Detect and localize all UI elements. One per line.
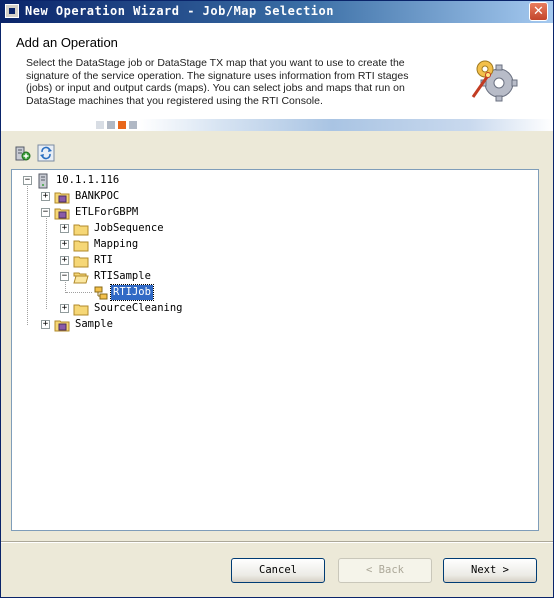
wizard-window: New Operation Wizard - Job/Map Selection…	[0, 0, 554, 598]
project-icon	[54, 192, 70, 204]
footer-divider	[1, 541, 553, 543]
next-button[interactable]: Next >	[443, 558, 537, 583]
open-folder-icon	[73, 272, 89, 284]
collapse-toggle[interactable]: −	[23, 176, 32, 185]
tree-node-project[interactable]: − ETLForGBPM	[12, 205, 532, 221]
tree-node-label[interactable]: ETLForGBPM	[73, 205, 140, 220]
expand-toggle[interactable]: +	[60, 240, 69, 249]
folder-icon	[73, 256, 89, 268]
tree-node-label[interactable]: Sample	[73, 317, 115, 332]
tree-node-project[interactable]: + Sample	[12, 317, 532, 333]
page-description: Select the DataStage job or DataStage TX…	[26, 57, 409, 107]
expand-toggle[interactable]: +	[60, 224, 69, 233]
tree-node-label[interactable]: RTIJob	[110, 284, 154, 301]
band-square	[96, 121, 104, 129]
back-button[interactable]: < Back	[338, 558, 432, 583]
band-square	[129, 121, 137, 129]
tree-node-label[interactable]: Mapping	[92, 237, 140, 252]
tree-node-root[interactable]: − 10.1.1.116	[12, 173, 532, 189]
header-band	[1, 119, 553, 131]
tree-node-folder[interactable]: + JobSequence	[12, 221, 532, 237]
tree-node-label[interactable]: RTISample	[92, 269, 153, 284]
collapse-toggle[interactable]: −	[60, 272, 69, 281]
tree-node-folder[interactable]: + Mapping	[12, 237, 532, 253]
collapse-toggle[interactable]: −	[41, 208, 50, 217]
expand-toggle[interactable]: +	[60, 256, 69, 265]
project-icon	[54, 208, 70, 220]
job-icon	[94, 286, 108, 300]
band-square	[107, 121, 115, 129]
expand-toggle[interactable]: +	[41, 192, 50, 201]
title-bar[interactable]: New Operation Wizard - Job/Map Selection…	[1, 1, 553, 23]
tree-node-label[interactable]: RTI	[92, 253, 115, 268]
expand-toggle[interactable]: +	[41, 320, 50, 329]
folder-icon	[73, 304, 89, 316]
tree-node-job[interactable]: RTIJob	[12, 284, 532, 301]
refresh-icon[interactable]	[37, 144, 55, 162]
tree-node-project[interactable]: + BANKPOC	[12, 189, 532, 205]
project-icon	[54, 320, 70, 332]
expand-toggle[interactable]: +	[60, 304, 69, 313]
band-square	[118, 121, 126, 129]
window-title: New Operation Wizard - Job/Map Selection	[25, 4, 334, 18]
tree-node-label[interactable]: 10.1.1.116	[54, 173, 121, 188]
tree-node-folder[interactable]: + SourceCleaning	[12, 301, 532, 317]
close-button[interactable]: ✕	[529, 2, 548, 21]
folder-icon	[73, 240, 89, 252]
tree-node-folder[interactable]: − RTISample	[12, 269, 532, 285]
cancel-button[interactable]: Cancel	[231, 558, 325, 583]
tree-node-folder[interactable]: + RTI	[12, 253, 532, 269]
add-server-icon[interactable]	[13, 144, 31, 162]
wizard-header: Add an Operation Select the DataStage jo…	[1, 23, 553, 131]
tree-node-label[interactable]: JobSequence	[92, 221, 166, 236]
wizard-gears-icon	[471, 60, 518, 102]
window-icon	[5, 4, 19, 18]
page-title: Add an Operation	[16, 35, 118, 50]
job-map-tree[interactable]: − 10.1.1.116 + BANKPOC − ETLForGBPM + Jo…	[11, 169, 539, 531]
tree-node-label[interactable]: SourceCleaning	[92, 301, 185, 316]
folder-icon	[73, 224, 89, 236]
tree-node-label[interactable]: BANKPOC	[73, 189, 121, 204]
server-icon	[38, 173, 48, 189]
